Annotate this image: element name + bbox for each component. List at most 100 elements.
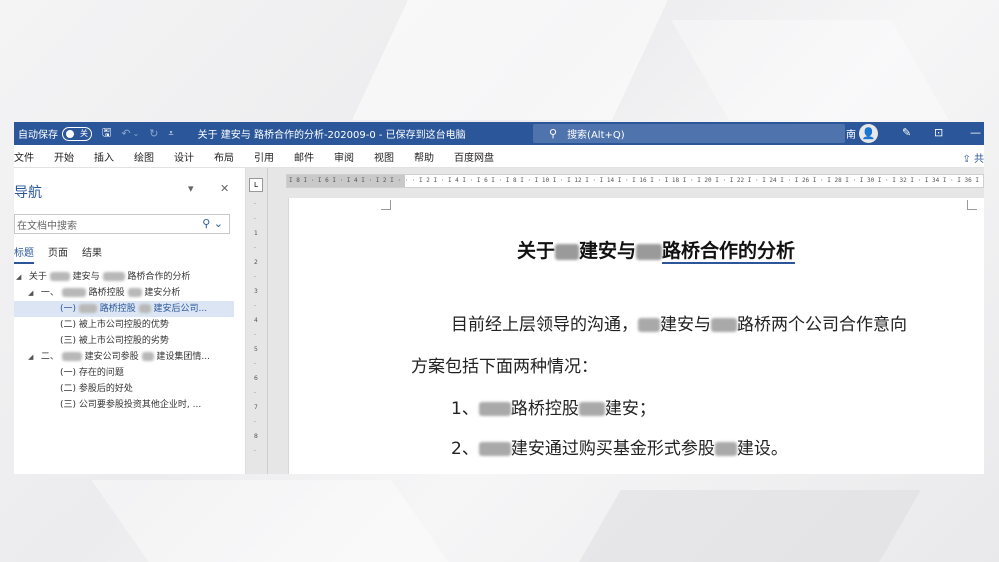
redacted-text xyxy=(478,442,511,456)
para1-mid: 建安与 xyxy=(660,315,711,335)
pen-icon[interactable]: ✎ xyxy=(902,126,911,139)
autosave-toggle[interactable]: 关 xyxy=(62,126,92,141)
tree-item[interactable]: (三) 被上市公司控股的劣势 xyxy=(14,333,234,349)
tree-item-selected[interactable]: (一) 路桥控股 建安后公司... xyxy=(14,301,234,317)
redacted-text xyxy=(714,442,737,456)
menu-layout[interactable]: 布局 xyxy=(204,149,244,164)
menu-home[interactable]: 开始 xyxy=(44,149,84,164)
paragraph-1-line-1[interactable]: 目前经上层领导的沟通， 建安与 路桥两个公司合作意向 xyxy=(451,310,907,335)
horizontal-ruler: I 8 I · I 6 I · I 4 I · I 2 I · · · I 2 … xyxy=(286,174,984,188)
menu-design[interactable]: 设计 xyxy=(164,149,204,164)
search-icon[interactable]: ⚲ ⌄ xyxy=(202,217,223,230)
tree-item[interactable]: (二) 参股后的好处 xyxy=(14,381,234,397)
redacted-text xyxy=(127,288,142,297)
minimize-icon[interactable]: — xyxy=(970,126,981,139)
document-heading[interactable]: 关于 建安与 路桥合作的分析 xyxy=(517,236,796,264)
word-window: 自动保存 关 🖫 ↶ ⌄ ↻ ⩡ 关于 建安与 路桥合作的分析-202009-0… xyxy=(14,122,984,474)
tree-item-prefix: (三) xyxy=(60,336,77,346)
tree-item[interactable]: ◢ 关于 建安与 路桥合作的分析 xyxy=(14,269,234,285)
redacted-text xyxy=(578,402,605,416)
undo-icon[interactable]: ↶ xyxy=(121,127,130,140)
tab-pages[interactable]: 页面 xyxy=(48,244,68,264)
tree-item-prefix: (二) xyxy=(60,384,77,394)
tab-headings[interactable]: 标题 xyxy=(14,244,34,264)
tree-item-suffix: 建安后公司... xyxy=(153,304,208,314)
menu-mailings[interactable]: 邮件 xyxy=(284,149,324,164)
redacted-text xyxy=(555,243,580,260)
share-icon[interactable]: ⇪ 共 xyxy=(962,150,984,165)
tree-item[interactable]: (二) 被上市公司控股的优势 xyxy=(14,317,234,333)
expand-triangle-icon[interactable]: ◢ xyxy=(16,269,26,285)
tree-item-prefix: (二) xyxy=(60,320,77,330)
heading-suffix: 路桥合作的分析 xyxy=(662,240,796,264)
paragraph-1-line-2[interactable]: 方案包括下面两种情况： xyxy=(411,352,598,377)
vertical-ruler: L · · 1 · 2 · 3 · 4 · 5 · 6 · 7 · 8 · xyxy=(246,168,268,474)
title-bar: 自动保存 关 🖫 ↶ ⌄ ↻ ⩡ 关于 建安与 路桥合作的分析-202009-0… xyxy=(14,122,984,145)
close-icon[interactable]: ✕ xyxy=(220,182,229,195)
avatar[interactable]: 👤 xyxy=(859,124,878,143)
customize-toolbar-icon[interactable]: ⩡ xyxy=(169,129,174,139)
item1-mid: 路桥控股 xyxy=(510,399,579,419)
tree-item-prefix: 二、 xyxy=(40,352,59,362)
tree-item[interactable]: (三) 公司要参股投资其他企业时, ... xyxy=(14,397,234,413)
para1-prefix: 目前经上层领导的沟通， xyxy=(451,315,638,335)
document-page[interactable]: 关于 建安与 路桥合作的分析 目前经上层领导的沟通， 建安与 路桥两个公司合作意向 方案… xyxy=(288,198,984,474)
save-icon[interactable]: 🖫 xyxy=(102,124,111,143)
toggle-knob xyxy=(66,129,74,138)
user-name[interactable]: 南 xyxy=(846,126,856,141)
tree-item-prefix: 一、 xyxy=(40,288,59,298)
nav-search-placeholder: 在文档中搜索 xyxy=(17,220,77,232)
tree-item[interactable]: ◢ 二、 建安公司参股 建设集团情... xyxy=(14,349,234,365)
tree-item-suffix: 参股后的好处 xyxy=(78,384,133,394)
nav-title: 导航 xyxy=(14,185,42,201)
tree-item-suffix: 被上市公司控股的优势 xyxy=(78,320,169,330)
tree-item-mid: 建安公司参股 xyxy=(84,352,139,362)
item2-prefix: 2、 xyxy=(451,439,479,459)
menu-draw[interactable]: 绘图 xyxy=(124,149,164,164)
nav-search-input[interactable]: 在文档中搜索 ⚲ ⌄ xyxy=(14,214,230,234)
menu-references[interactable]: 引用 xyxy=(244,149,284,164)
tree-item[interactable]: ◢ 一、 路桥控股 建安分析 xyxy=(14,285,234,301)
menu-review[interactable]: 审阅 xyxy=(324,149,364,164)
search-icon: ⚲ xyxy=(549,127,558,140)
redacted-text xyxy=(138,304,151,313)
redacted-text xyxy=(61,288,86,297)
chevron-down-icon[interactable]: ⌄ xyxy=(133,129,140,138)
menu-help[interactable]: 帮助 xyxy=(404,149,444,164)
tab-results[interactable]: 结果 xyxy=(82,244,102,264)
menu-bar: 文件 开始 插入 绘图 设计 布局 引用 邮件 审阅 视图 帮助 百度网盘 ⇪ … xyxy=(14,145,984,168)
tree-item-suffix: 被上市公司控股的劣势 xyxy=(78,336,169,346)
chevron-down-icon[interactable]: ▾ xyxy=(188,182,194,195)
tree-item-suffix: 公司要参股投资其他企业时, ... xyxy=(78,400,202,410)
expand-triangle-icon[interactable]: ◢ xyxy=(28,285,38,301)
tree-item-suffix: 建设集团情... xyxy=(156,352,210,362)
menu-insert[interactable]: 插入 xyxy=(84,149,124,164)
autosave-label: 自动保存 xyxy=(18,130,58,141)
tree-item-suffix: 路桥合作的分析 xyxy=(127,272,191,282)
ribbon-display-icon[interactable]: ⊡ xyxy=(934,126,943,139)
item2-mid: 建安通过购买基金形式参股 xyxy=(510,439,715,459)
menu-file[interactable]: 文件 xyxy=(14,149,44,164)
menu-view[interactable]: 视图 xyxy=(364,149,404,164)
list-item-1[interactable]: 1、 路桥控股 建安； xyxy=(451,394,656,419)
redacted-text xyxy=(638,318,660,332)
document-title[interactable]: 关于 建安与 路桥合作的分析-202009-0 - 已保存到这台电脑 xyxy=(198,126,466,141)
expand-triangle-icon[interactable]: ◢ xyxy=(28,349,38,365)
tab-selector[interactable]: L xyxy=(249,178,263,192)
tree-item-prefix: (一) xyxy=(60,368,77,378)
vertical-ruler-ticks: · · 1 · 2 · 3 · 4 · 5 · 6 · 7 · 8 · xyxy=(254,201,258,455)
autosave-state: 关 xyxy=(80,129,88,138)
search-input[interactable]: ⚲ 搜索(Alt+Q) xyxy=(533,124,845,143)
navigation-pane: 导航 ▾ ✕ 在文档中搜索 ⚲ ⌄ 标题 页面 结果 ◢ 关于 建安与 路桥合作… xyxy=(14,168,246,474)
redacted-text xyxy=(78,304,97,313)
tree-item-mid: 路桥控股 xyxy=(88,288,125,298)
menu-baidu-netdisk[interactable]: 百度网盘 xyxy=(444,149,504,164)
heading-tree: ◢ 关于 建安与 路桥合作的分析 ◢ 一、 路桥控股 建安分析 (一) 路桥控股 xyxy=(14,269,234,413)
redo-icon[interactable]: ↻ xyxy=(149,127,158,140)
tree-item[interactable]: (一) 存在的问题 xyxy=(14,365,234,381)
item1-suffix: 建安； xyxy=(604,399,656,419)
tree-item-suffix: 存在的问题 xyxy=(78,368,124,378)
heading-prefix: 关于 xyxy=(517,240,556,262)
para1-suffix: 路桥两个公司合作意向 xyxy=(737,315,907,335)
list-item-2[interactable]: 2、 建安通过购买基金形式参股 建设。 xyxy=(451,434,788,459)
